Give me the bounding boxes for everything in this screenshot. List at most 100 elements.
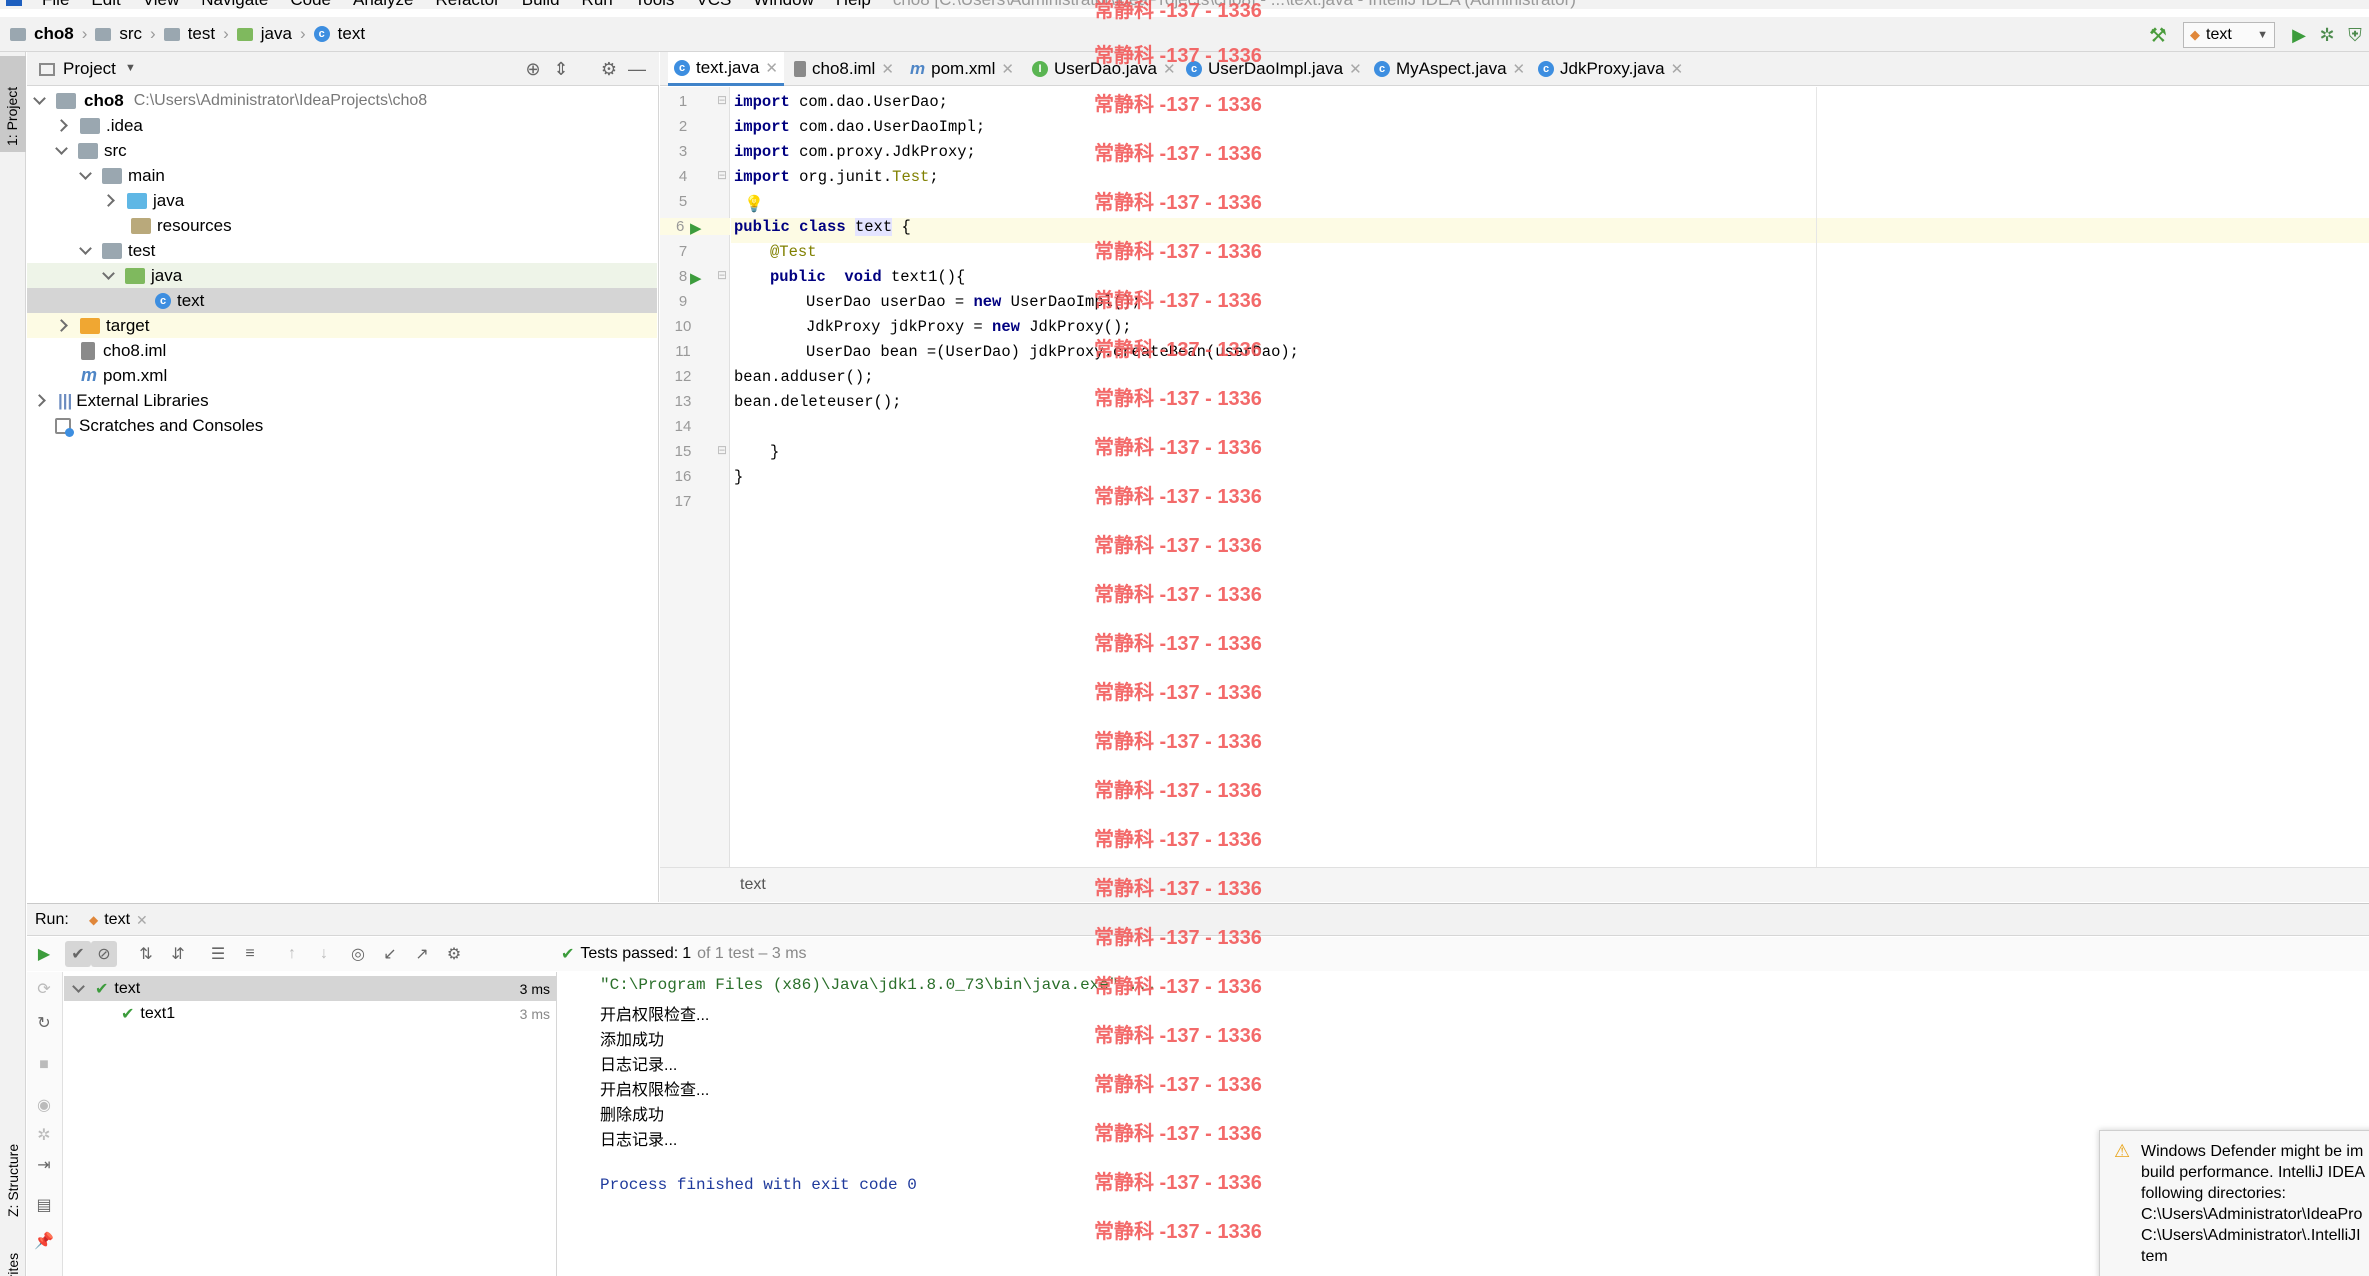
test-tree-row[interactable]: ✔ text 3 ms	[64, 976, 556, 1001]
menu-tools[interactable]: Tools	[635, 0, 675, 9]
tree-item-resources[interactable]: resources	[131, 213, 232, 238]
tab-cho8-iml[interactable]: cho8.iml ✕	[788, 52, 900, 86]
run-tab[interactable]: ◆ text ✕	[89, 908, 148, 932]
project-tool-tab[interactable]: 1: Project	[0, 56, 26, 152]
pin-icon[interactable]: 📌	[31, 1228, 57, 1254]
tree-item-text[interactable]: c text	[27, 288, 657, 313]
tree-item-pom[interactable]: m pom.xml	[81, 363, 167, 388]
breadcrumb-cho8[interactable]: cho8	[34, 24, 74, 44]
fold-icon[interactable]: ⊟	[717, 168, 727, 182]
collapse-all-icon[interactable]: ⇕	[549, 57, 573, 81]
rerun-icon[interactable]: ▶	[31, 941, 57, 967]
tab-userdao-java[interactable]: I UserDao.java ✕	[1026, 52, 1182, 86]
tree-item-src[interactable]: src	[55, 138, 127, 163]
menu-edit[interactable]: Edit	[91, 0, 120, 9]
breadcrumb-java[interactable]: java	[261, 24, 292, 44]
test-tree-row[interactable]: ✔ text1 3 ms	[64, 1001, 556, 1026]
debug-icon[interactable]: ✲	[2316, 23, 2338, 47]
tab-myaspect-java[interactable]: c MyAspect.java ✕	[1368, 52, 1531, 86]
show-passed-icon[interactable]: ✔	[65, 941, 91, 967]
chevron-down-icon[interactable]: ▼	[125, 62, 136, 74]
tree-item-main-java[interactable]: java	[102, 188, 184, 213]
close-icon[interactable]: ✕	[765, 59, 778, 77]
exit-icon[interactable]: ⇥	[31, 1152, 57, 1178]
console-output[interactable]	[558, 972, 2369, 1276]
close-icon[interactable]: ✕	[1671, 60, 1684, 78]
tree-item-test[interactable]: test	[79, 238, 155, 263]
stop-icon[interactable]: ■	[31, 1052, 57, 1078]
close-icon[interactable]: ✕	[136, 912, 148, 929]
tab-text-java[interactable]: c text.java ✕	[668, 52, 784, 86]
tree-item-external-libraries[interactable]: ||| External Libraries	[33, 388, 209, 413]
sort-alpha-icon[interactable]: ⇅	[133, 941, 159, 967]
fold-icon[interactable]: ⊟	[717, 93, 727, 107]
close-icon[interactable]: ✕	[1001, 60, 1014, 78]
menu-help[interactable]: Help	[836, 0, 871, 9]
tab-jdkproxy-java[interactable]: c JdkProxy.java ✕	[1532, 52, 1689, 86]
tab-userdaoimpl-java[interactable]: c UserDaoImpl.java ✕	[1180, 52, 1368, 86]
close-icon[interactable]: ✕	[1349, 60, 1362, 78]
menu-build[interactable]: Build	[522, 0, 560, 9]
build-hammer-icon[interactable]: ⚒	[2146, 23, 2170, 47]
layout-icon[interactable]: ▤	[31, 1192, 57, 1218]
locate-icon[interactable]: ⊕	[521, 57, 545, 81]
menu-file[interactable]: File	[42, 0, 69, 9]
tree-item-cho8[interactable]: cho8 C:\Users\Administrator\IdeaProjects…	[33, 88, 427, 113]
tree-item-scratches[interactable]: Scratches and Consoles	[55, 413, 263, 438]
expand-all-icon[interactable]: ☰	[205, 941, 231, 967]
editor-breadcrumb[interactable]: text	[740, 876, 766, 894]
debug-icon[interactable]: ✲	[31, 1122, 57, 1148]
menu-vcs[interactable]: VCS	[696, 0, 731, 9]
tree-item-idea[interactable]: .idea	[55, 113, 143, 138]
run-test-icon[interactable]: ▶	[690, 219, 702, 237]
breadcrumb-text[interactable]: text	[338, 24, 365, 44]
breadcrumb-test[interactable]: test	[188, 24, 215, 44]
menu-navigate[interactable]: Navigate	[201, 0, 268, 9]
toggle-auto-test-icon[interactable]: ↻	[31, 1010, 57, 1036]
next-test-icon[interactable]: ↓	[311, 941, 337, 967]
code-content[interactable]: import com.dao.UserDao; import com.dao.U…	[734, 93, 1834, 853]
lightbulb-icon[interactable]: 💡	[744, 194, 764, 214]
rerun-failed-icon[interactable]: ⟳	[31, 976, 57, 1002]
show-ignored-icon[interactable]: ⊘	[91, 941, 117, 967]
close-icon[interactable]: ✕	[881, 60, 894, 78]
tree-item-test-java[interactable]: java	[27, 263, 657, 288]
close-icon[interactable]: ✕	[1163, 60, 1176, 78]
menu-analyze[interactable]: Analyze	[353, 0, 413, 9]
coverage-icon[interactable]: ⛨	[2344, 23, 2366, 47]
run-test-icon[interactable]: ▶	[690, 269, 702, 287]
menu-code[interactable]: Code	[290, 0, 331, 9]
fold-icon[interactable]: ⊟	[717, 443, 727, 457]
breadcrumb-src[interactable]: src	[119, 24, 142, 44]
hide-panel-icon[interactable]: —	[625, 57, 649, 81]
gear-icon[interactable]: ⚙	[597, 57, 621, 81]
menu-window[interactable]: Window	[753, 0, 813, 9]
chevron-right-icon	[33, 394, 46, 407]
tab-pom-xml[interactable]: m pom.xml ✕	[904, 52, 1020, 86]
tree-item-target[interactable]: target	[27, 313, 657, 338]
import-tests-icon[interactable]: ↙	[377, 941, 403, 967]
test-name: text1	[140, 1004, 176, 1022]
structure-tool-tab[interactable]: Z: Structure	[0, 1092, 26, 1222]
project-panel-title[interactable]: Project	[63, 59, 116, 79]
camera-icon[interactable]: ◉	[31, 1092, 57, 1118]
menu-view[interactable]: View	[143, 0, 180, 9]
close-icon[interactable]: ✕	[1513, 60, 1526, 78]
chevron-down-icon	[79, 242, 92, 255]
run-config-dropdown[interactable]: ◆ text ▼	[2183, 22, 2275, 48]
history-icon[interactable]: ◎	[345, 941, 371, 967]
run-icon[interactable]: ▶	[2288, 23, 2310, 47]
fold-icon[interactable]: ⊟	[717, 268, 727, 282]
menu-run[interactable]: Run	[582, 0, 613, 9]
favorites-tool-tab[interactable]: 2: Favorites	[0, 1232, 26, 1276]
previous-test-icon[interactable]: ↑	[279, 941, 305, 967]
gear-icon[interactable]: ⚙	[441, 941, 467, 967]
tree-item-main[interactable]: main	[79, 163, 165, 188]
menu-refactor[interactable]: Refactor	[435, 0, 499, 9]
tree-item-cho8-iml[interactable]: cho8.iml	[81, 338, 166, 363]
sort-duration-icon[interactable]: ⇵	[165, 941, 191, 967]
notification-balloon[interactable]: ⚠ Windows Defender might be im build per…	[2099, 1130, 2369, 1276]
collapse-all-icon[interactable]: ≡	[237, 941, 263, 967]
code-line: import com.dao.UserDaoImpl;	[734, 118, 986, 136]
export-tests-icon[interactable]: ↗	[409, 941, 435, 967]
